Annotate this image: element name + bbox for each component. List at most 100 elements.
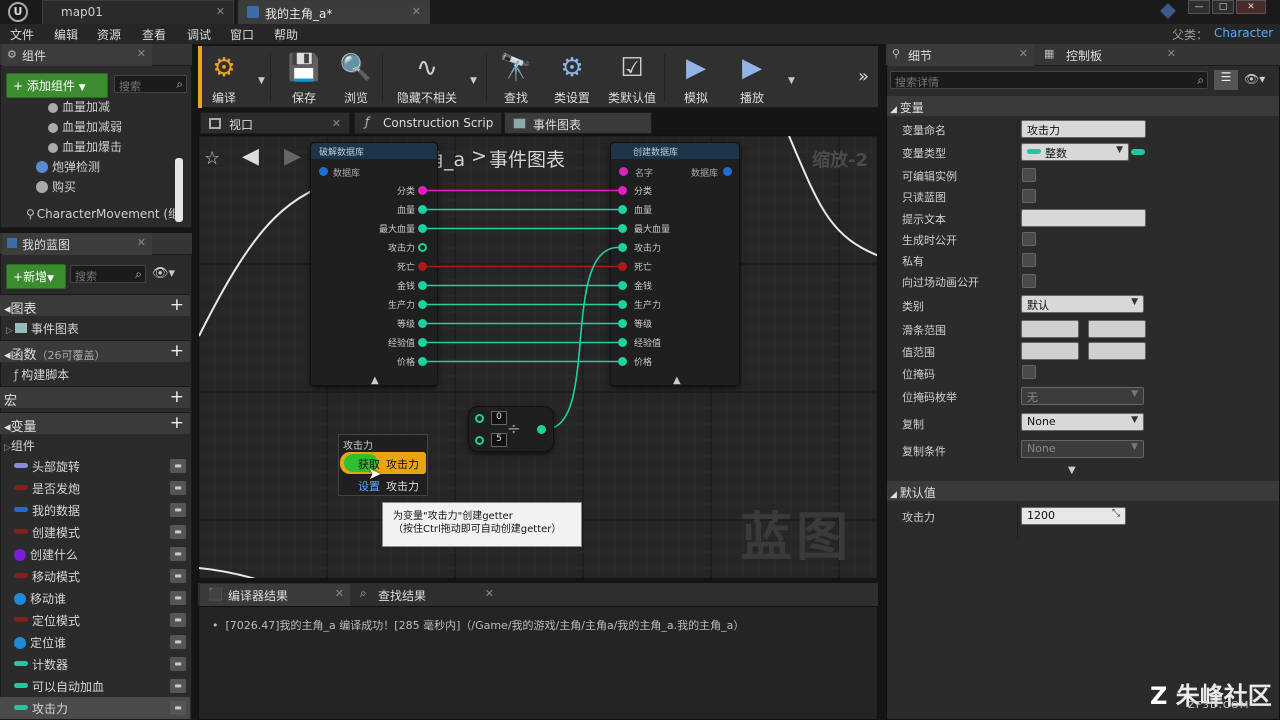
tab-construction-script[interactable]: ƒ Construction Scrip — [354, 112, 502, 134]
tab-find-results[interactable]: ⌕ 查找结果 ✕ — [352, 584, 500, 606]
close-icon[interactable]: ✕ — [332, 117, 341, 130]
close-icon[interactable]: ✕ — [485, 587, 494, 600]
add-component-button[interactable]: + 添加组件 ▼ — [6, 73, 108, 98]
advanced-expand-icon[interactable]: ▼ — [1068, 465, 1076, 476]
variable-type-toggle-icon[interactable]: ▬ — [170, 525, 186, 539]
divide-input-pin-a[interactable] — [475, 414, 484, 423]
tab-details[interactable]: ⚲ 细节 ✕ — [888, 44, 1034, 66]
tab-viewport[interactable]: 视口 ✕ — [200, 112, 350, 134]
make-struct-node[interactable]: 创建数据库 名字 数据库 ▲ — [610, 142, 740, 386]
variable-type-toggle-icon[interactable]: ▬ — [170, 613, 186, 627]
bitmask-enum-select[interactable]: 无 ▼ — [1021, 387, 1144, 405]
doc-tab-blueprint[interactable]: 我的主角_a* ✕ — [238, 0, 430, 24]
section-functions[interactable]: ◂函数（26可覆盖） + — [0, 340, 190, 363]
close-icon[interactable]: ✕ — [335, 587, 344, 600]
break-output-pin[interactable] — [418, 262, 427, 271]
tree-item[interactable]: 血量加爆击 — [48, 138, 122, 158]
variable-type-toggle-icon[interactable]: ▬ — [170, 635, 186, 649]
menu-view[interactable]: 查看 — [142, 26, 166, 43]
close-icon[interactable]: ✕ — [1167, 47, 1176, 60]
my-blueprint-tab[interactable]: 我的蓝图 ✕ — [2, 233, 152, 255]
tab-compiler-results[interactable]: ⬛ 编译器结果 ✕ — [200, 584, 350, 606]
back-arrow-icon[interactable]: ◀ — [242, 144, 259, 169]
tab-event-graph[interactable]: 事件图表 — [504, 112, 652, 134]
components-tab[interactable]: ⚙ 组件 ✕ — [2, 44, 152, 66]
make-input-pin[interactable] — [618, 205, 627, 214]
divide-input-b[interactable]: 5 — [491, 433, 507, 447]
break-output-pin[interactable] — [418, 224, 427, 233]
menu-file[interactable]: 文件 — [10, 26, 34, 43]
forward-arrow-icon[interactable]: ▶ — [284, 144, 301, 169]
variable-item[interactable]: 是否发炮 ▬ — [0, 477, 190, 499]
toolbar-button-save[interactable]: 💾 保存 — [278, 50, 330, 106]
break-output-pin[interactable] — [418, 319, 427, 328]
tree-item[interactable]: 炮弹检测 — [36, 158, 100, 178]
make-input-pin[interactable] — [618, 262, 627, 271]
minimize-button[interactable]: — — [1188, 0, 1210, 14]
breadcrumb-leaf[interactable]: 事件图表 — [489, 145, 565, 172]
collapse-triangle-icon[interactable]: ▲ — [673, 375, 681, 386]
variable-item[interactable]: 创建什么 ▬ — [0, 543, 190, 565]
toolbar-button-hide-unrelated[interactable]: ∿ 隐藏不相关 — [386, 50, 468, 106]
replication-condition-select[interactable]: None ▼ — [1021, 440, 1144, 458]
chevron-down-icon[interactable]: ▼ — [788, 76, 795, 86]
menu-help[interactable]: 帮助 — [274, 26, 298, 43]
break-output-pin[interactable] — [418, 205, 427, 214]
close-icon[interactable]: ✕ — [216, 5, 225, 18]
menu-edit[interactable]: 编辑 — [54, 26, 78, 43]
eye-icon[interactable]: 👁▾ — [152, 266, 175, 281]
toolbar-button-compile[interactable]: ⚙ 编译 — [198, 50, 250, 106]
tree-item[interactable]: 血量加减 — [48, 98, 110, 118]
make-input-pin[interactable] — [618, 281, 627, 290]
variable-item[interactable]: 可以自动加血 ▬ — [0, 675, 190, 697]
components-category[interactable]: ▷组件 — [0, 434, 190, 456]
category-select[interactable]: 默认 ▼ — [1021, 295, 1144, 313]
make-input-pin[interactable] — [618, 186, 627, 195]
break-output-pin[interactable] — [418, 300, 427, 309]
get-variable-option[interactable]: 获取 攻击力 — [340, 452, 426, 474]
menu-debug[interactable]: 调试 — [187, 26, 211, 43]
variable-type-toggle-icon[interactable]: ▬ — [170, 547, 186, 561]
variable-type-toggle-icon[interactable]: ▬ — [170, 569, 186, 583]
add-graph-icon[interactable]: + — [170, 295, 184, 315]
toolbar-overflow-icon[interactable]: » — [858, 66, 869, 87]
slider-range-min[interactable] — [1021, 320, 1079, 338]
variable-type-toggle-icon[interactable]: ▬ — [170, 503, 186, 517]
variable-type-toggle-icon[interactable]: ▬ — [170, 679, 186, 693]
make-input-pin[interactable] — [618, 300, 627, 309]
variable-type-toggle-icon[interactable]: ▬ — [170, 591, 186, 605]
make-input-pin[interactable] — [618, 243, 627, 252]
container-type-icon[interactable] — [1131, 149, 1145, 155]
add-macro-icon[interactable]: + — [170, 387, 184, 407]
toolbar-button-play[interactable]: ▶ 播放 — [726, 50, 778, 106]
collapse-triangle-icon[interactable]: ▲ — [371, 375, 379, 386]
break-output-pin[interactable] — [418, 357, 427, 366]
section-variable-header[interactable]: ◢ 变量 — [890, 99, 924, 116]
divide-input-pin-b[interactable] — [475, 436, 484, 445]
details-search-input[interactable]: 搜索详情 ⌕ — [890, 71, 1208, 89]
tab-palette[interactable]: ▦ 控制板 ✕ — [1036, 44, 1182, 66]
var-name-input[interactable]: 攻击力 — [1021, 120, 1146, 138]
tree-item[interactable]: 血量加减弱 — [48, 118, 122, 138]
var-type-select[interactable]: 整数 ▼ — [1021, 143, 1129, 161]
toolbar-button-find[interactable]: 🔭 查找 — [490, 50, 542, 106]
variable-item[interactable]: 头部旋转 ▬ — [0, 455, 190, 477]
value-range-max[interactable] — [1088, 342, 1146, 360]
struct-output-pin[interactable] — [723, 167, 732, 176]
break-output-pin[interactable] — [418, 186, 427, 195]
blueprint-search-input[interactable]: 搜索 ⌕ — [70, 265, 146, 283]
readonly-checkbox[interactable] — [1022, 189, 1036, 203]
make-input-pin[interactable] — [618, 224, 627, 233]
menu-window[interactable]: 窗口 — [230, 26, 254, 43]
components-search-input[interactable]: 搜索 ⌕ — [114, 75, 187, 93]
divide-node[interactable]: 0 5 ÷ — [468, 406, 554, 452]
close-icon[interactable]: ✕ — [137, 47, 146, 60]
expose-on-spawn-checkbox[interactable] — [1022, 232, 1036, 246]
tooltip-text-input[interactable] — [1021, 209, 1146, 227]
section-macros[interactable]: 宏 + — [0, 386, 190, 409]
struct-input-pin[interactable] — [319, 167, 328, 176]
bitmask-checkbox[interactable] — [1022, 365, 1036, 379]
close-icon[interactable]: ✕ — [412, 5, 421, 18]
variable-item[interactable]: 计数器 ▬ — [0, 653, 190, 675]
name-input-pin[interactable] — [619, 167, 628, 176]
